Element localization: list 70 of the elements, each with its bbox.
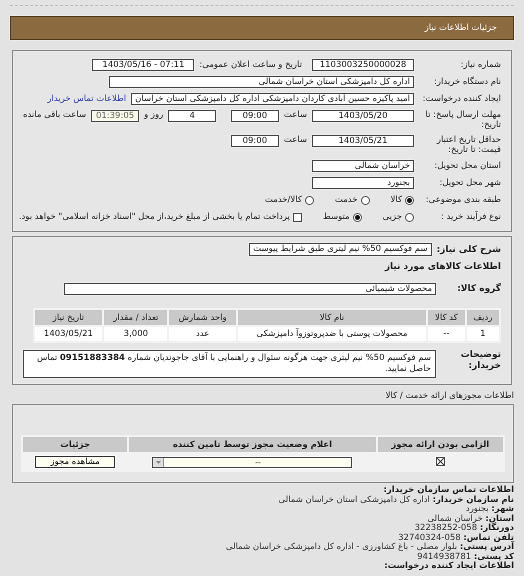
radio-button[interactable] — [360, 196, 370, 204]
days-label: روز و — [144, 110, 164, 120]
status-dropdown[interactable]: -- — [152, 456, 352, 468]
requester-field: امید پاکیزه حسین آبادی کاردان دامپزشکی اداره کل دامپزشکی استان خراسان — [131, 93, 414, 105]
field-label: طبقه بندی موضوعی: — [424, 195, 501, 205]
table-cell: -- — [427, 326, 466, 342]
validity-time-field: 09:00 — [230, 135, 279, 147]
province-field: خراسان شمالی — [312, 160, 414, 172]
remaining-label: ساعت باقی مانده — [23, 110, 86, 120]
column-header: واحد شمارش — [168, 309, 237, 326]
column-header: جزئیات — [22, 436, 128, 453]
table-cell: 1403/05/21 — [34, 326, 104, 342]
days-field: 4 — [168, 110, 216, 122]
radio-label: خدمت — [334, 195, 358, 205]
radio-button[interactable] — [405, 196, 414, 204]
field-label: استان محل تحویل: — [433, 161, 501, 171]
field-label: حداقل تاریخ اعتبار قیمت: تا تاریخ: — [436, 135, 501, 155]
notes-label: توضیحات خریدار: — [460, 350, 501, 372]
deadline-time-field: 09:00 — [230, 110, 279, 122]
checkbox[interactable] — [292, 212, 302, 222]
summary-label: شرح کلی نیاز: — [436, 244, 501, 254]
buyer-contact-link[interactable]: اطلاعات تماس خریدار — [47, 94, 126, 104]
view-license-button[interactable]: مشاهده مجوز — [35, 456, 116, 468]
radio-button[interactable] — [352, 212, 362, 222]
announce-date-field: 1403/05/16 - 07:11 — [92, 59, 194, 71]
section-heading: اطلاعات کالاهای مورد نیاز — [384, 262, 501, 272]
contact-line: شهر: بجنورد — [464, 505, 514, 514]
contact-line: آدرس پستی: بلوار مصلی - باغ کشاورزی - اداره کل دامپزشکی خراسان شمالی — [224, 543, 514, 552]
table-cell: 3,000 — [103, 326, 168, 342]
radio-button[interactable] — [304, 196, 314, 204]
field-label: مهلت ارسال پاسخ: تا تاریخ: — [424, 110, 501, 130]
time-label: ساعت — [284, 135, 307, 145]
field-label: شهر محل تحویل: — [438, 178, 501, 188]
radio-button[interactable] — [405, 212, 414, 222]
page-title: جزئیات اطلاعات نیاز — [424, 23, 497, 33]
field-label: تاریخ و ساعت اعلان عمومی: — [199, 60, 302, 70]
field-label: شماره نیاز: — [460, 60, 501, 70]
buyer-field: اداره کل دامپزشکی استان خراسان شمالی — [109, 76, 414, 88]
table-cell: عدد — [168, 326, 237, 342]
column-header: نام کالا — [236, 309, 428, 326]
radio-label: کالا/خدمت — [264, 195, 302, 205]
column-header: ردیف — [466, 309, 500, 326]
contact-heading: اطلاعات تماس سازمان خریدار: — [382, 486, 514, 496]
radio-label: کالا — [390, 195, 402, 205]
group-label: گروه کالا: — [456, 284, 501, 294]
contact-line: استان: خراسان شمالی — [426, 514, 514, 524]
contact-heading: اطلاعات ایجاد کننده درخواست: — [383, 562, 514, 572]
column-header: الزامی بودن ارائه مجوز — [376, 436, 504, 453]
time-label: ساعت — [284, 110, 307, 120]
table-cell: 1 — [466, 326, 500, 342]
column-header: تاریخ نیاز — [34, 309, 104, 326]
radio-label: جزیی — [382, 212, 402, 222]
contact-line: نام سازمان خریدار: اداره کل دامپزشکی استان خراسان شمالی — [278, 496, 514, 505]
table-cell: محصولات پوستی با ضدپروتوزوآ دامپزشکی — [236, 326, 428, 342]
section-heading: اطلاعات مجوزهای ارائه خدمت / کالا — [384, 391, 514, 401]
column-header: تعداد / مقدار — [103, 309, 168, 326]
field-label: ایجاد کننده درخواست: — [422, 94, 501, 104]
validity-date-field: 1403/05/21 — [312, 135, 414, 147]
column-header: کد کالا — [427, 309, 466, 326]
city-field: بجنورد — [312, 177, 414, 189]
field-label: نام دستگاه خریدار: — [433, 77, 501, 87]
field-label: نوع فرآیند خرید : — [440, 212, 501, 222]
need-number-field: 1103003250000028 — [312, 59, 414, 71]
checkbox-label: پرداخت تمام یا بخشی از مبلغ خرید،از محل "اسناد خزانه اسلامی" خواهد بود. — [18, 212, 290, 222]
remaining-time-field: 01:39:05 — [91, 110, 140, 122]
summary-field: سم فوکسیم 50% نیم لیتری طبق شرایط پیوست — [249, 243, 432, 256]
deadline-date-field: 1403/05/20 — [312, 110, 414, 122]
column-header: اعلام وضعیت مجوز توسط تامین کننده — [128, 436, 377, 453]
goods-group-field: محصولات شیمیائی — [64, 283, 436, 295]
radio-label: متوسط — [322, 212, 350, 222]
